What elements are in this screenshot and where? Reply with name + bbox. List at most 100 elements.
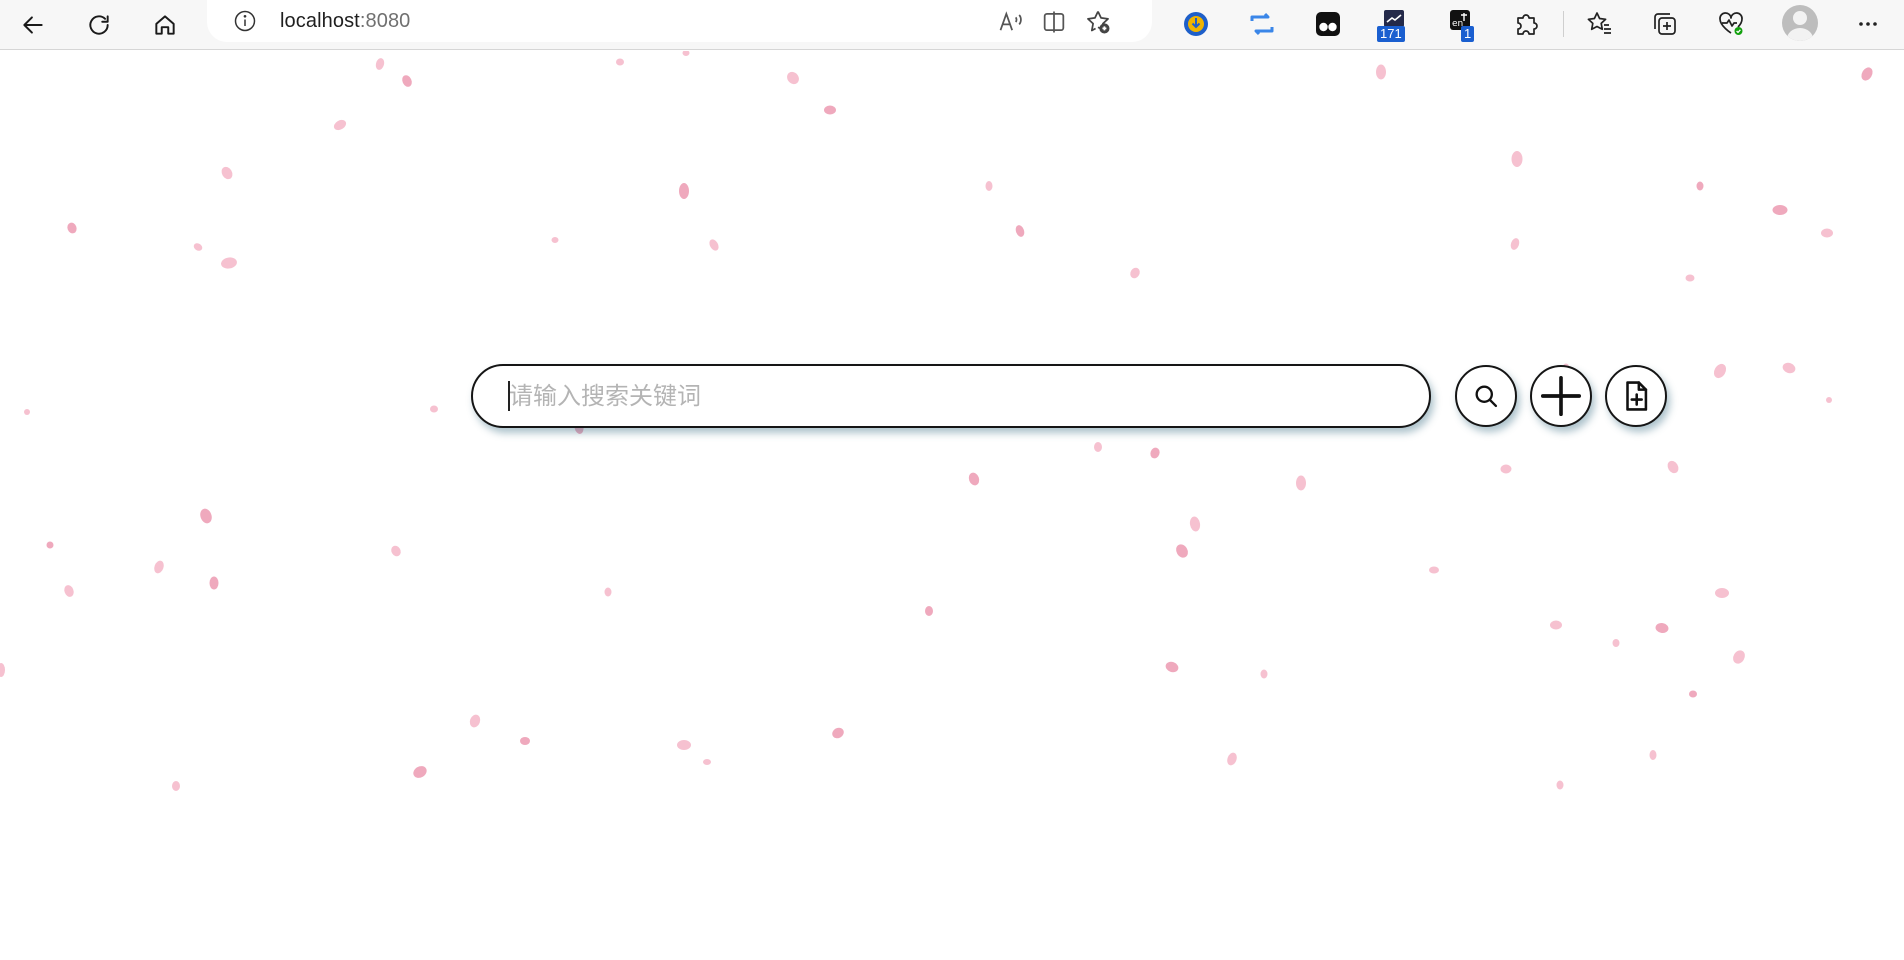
petal [1821,228,1833,238]
petal [551,237,559,243]
petal [1500,464,1512,474]
petal [1015,225,1025,237]
page-content [0,51,1904,960]
petal [469,714,481,728]
read-aloud-icon[interactable] [997,8,1025,36]
file-plus-icon [1626,381,1648,411]
petal [154,560,164,574]
petal [391,545,401,557]
search-icon [1475,385,1498,408]
petal [333,119,347,131]
petal [679,183,689,199]
petal [703,759,711,765]
extension-download[interactable] [1179,7,1213,41]
petal [67,222,77,234]
extension-translate[interactable]: en 1 [1443,7,1477,42]
petal [1511,151,1523,167]
petal [24,409,30,415]
download-extension-icon [1184,12,1208,36]
petal [200,508,212,524]
search-button[interactable] [1455,365,1517,427]
home-icon [155,15,175,35]
petal [709,239,719,251]
more-menu-button[interactable] [1851,7,1885,41]
petal [968,472,980,486]
petal [1227,752,1237,766]
add-button[interactable] [1530,365,1592,427]
address-url[interactable]: localhost:8080 [280,10,410,33]
petal [832,727,844,739]
petal [1550,620,1562,630]
petal [430,405,438,413]
search-input[interactable] [471,364,1431,428]
collections-icon [1654,13,1676,35]
petal [1429,566,1439,574]
petal [172,781,180,791]
petal [1556,780,1564,790]
address-host: localhost [280,10,360,32]
petal [1150,447,1160,459]
extension-tampermonkey[interactable] [1311,7,1345,41]
petal [1130,267,1140,279]
petal [46,541,54,549]
petal [1733,650,1745,664]
petal [1260,669,1268,679]
petal [1685,274,1695,282]
petal [1772,205,1788,215]
petal [824,105,836,115]
collections-button[interactable] [1648,7,1682,41]
plus-icon [1540,375,1582,417]
mail-badge: 171 [1377,26,1405,42]
back-arrow-icon [23,16,43,34]
extension-sync[interactable] [1245,7,1279,41]
petal [413,766,427,778]
favorites-button[interactable] [1582,7,1616,41]
add-favorite-icon[interactable] [1084,8,1112,36]
extensions-button[interactable] [1509,7,1543,41]
petal [682,51,690,56]
petal [1296,475,1306,491]
petal [1782,362,1796,374]
home-button[interactable] [145,5,185,45]
petal [520,737,530,745]
address-port: :8080 [359,10,411,32]
address-bar[interactable]: localhost:8080 [207,0,1152,42]
petal [221,166,233,180]
petal [1655,622,1669,634]
petal [1376,64,1386,80]
petal [402,75,412,87]
more-menu-icon [1859,22,1877,26]
petal [209,576,219,590]
petal [221,257,237,269]
info-icon[interactable] [233,9,257,33]
petal [1826,397,1832,403]
petal [985,181,993,191]
extension-mail[interactable]: 171 [1377,7,1411,42]
tampermonkey-icon [1316,12,1340,36]
petal [1165,661,1179,673]
petal [616,58,624,66]
text-caret [508,381,510,411]
profile-avatar[interactable] [1782,5,1818,41]
petal [1667,460,1679,474]
cherry-blossom-background [0,51,1873,791]
new-file-button[interactable] [1605,365,1667,427]
split-screen-icon[interactable] [1040,8,1068,36]
petal [1510,238,1520,250]
favorites-icon [1587,12,1611,34]
performance-button[interactable] [1714,7,1748,41]
petal [1612,639,1620,647]
petal [1861,67,1873,81]
petal [64,585,74,597]
browser-toolbar: localhost:8080 171 en 1 [0,0,1904,50]
petal [375,58,385,70]
performance-icon [1719,12,1743,35]
petal [925,606,933,616]
refresh-button[interactable] [79,5,119,45]
petal [677,740,691,750]
back-button[interactable] [13,5,53,45]
petal [0,663,5,677]
petal [1176,544,1188,558]
petal [1696,181,1704,191]
toolbar-divider [1563,11,1564,37]
